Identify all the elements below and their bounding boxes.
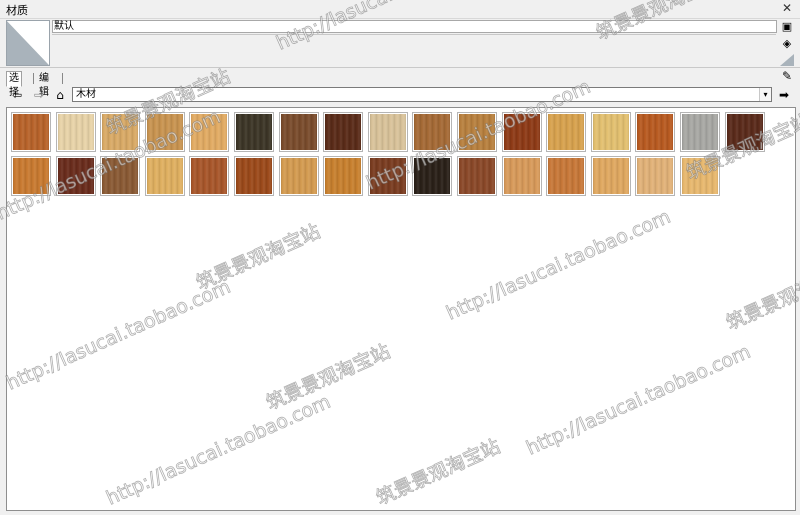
sample-triangle-icon [780,54,794,66]
material-swatch[interactable] [546,112,587,152]
collection-dropdown[interactable]: 木材 ▾ [72,87,772,102]
wood-texture-icon [637,158,674,194]
material-swatch[interactable] [680,112,720,152]
wood-texture-icon [592,158,629,194]
wood-texture-icon [548,158,585,194]
wood-texture-icon [236,114,272,150]
wood-texture-icon [414,114,451,150]
material-swatch[interactable] [55,156,96,196]
material-swatch[interactable] [412,156,453,196]
material-swatch[interactable] [546,156,587,196]
material-swatch[interactable] [635,156,676,196]
material-swatch[interactable] [100,156,141,196]
wood-texture-icon [325,114,362,150]
wood-texture-icon [13,158,49,194]
close-icon[interactable]: ✕ [780,1,794,15]
wood-texture-icon [369,114,406,150]
tab-divider [62,73,63,84]
wood-texture-icon [57,158,94,194]
material-swatch[interactable] [323,112,364,152]
material-description-area [52,34,776,65]
material-swatch[interactable] [11,156,51,196]
material-swatch[interactable] [457,112,497,152]
material-swatch[interactable] [144,112,185,152]
wood-texture-icon [13,114,49,150]
wood-texture-icon [637,114,674,150]
material-swatch[interactable] [278,156,319,196]
home-icon[interactable]: ⌂ [52,88,68,102]
material-swatch[interactable] [680,156,720,196]
wood-texture-icon [146,114,183,150]
window-title: 材质 [6,4,28,17]
wood-texture-icon [459,158,495,194]
material-swatch[interactable] [278,112,319,152]
back-arrow-icon[interactable]: ⇦ [9,88,25,102]
material-swatch[interactable] [11,112,51,152]
collection-selected-label: 木材 [76,89,96,100]
wood-texture-icon [280,158,317,194]
wood-texture-icon [459,114,495,150]
material-swatch[interactable] [367,156,408,196]
chevron-down-icon[interactable]: ▾ [759,88,771,101]
tab-divider [33,73,34,84]
material-swatch[interactable] [412,112,453,152]
material-preview [6,20,50,66]
material-swatch[interactable] [724,112,765,152]
material-name-field[interactable]: 默认 [52,20,777,33]
eyedropper-icon[interactable]: ✎ [780,69,794,83]
details-arrow-icon[interactable]: ➡ [776,88,792,102]
preview-swatch-icon [7,21,49,65]
tab-edit[interactable]: 编辑 [36,71,52,98]
material-swatch[interactable] [590,112,631,152]
material-swatch[interactable] [501,112,542,152]
tab-select[interactable]: 选择 [6,71,22,98]
material-swatch[interactable] [457,156,497,196]
material-browser [6,107,796,511]
wood-texture-icon [592,114,629,150]
wood-texture-icon [503,158,540,194]
material-swatch[interactable] [144,156,185,196]
material-swatch[interactable] [367,112,408,152]
wood-texture-icon [57,114,94,150]
wood-texture-icon [191,114,228,150]
create-material-icon[interactable]: ▣ [780,20,794,34]
material-swatch[interactable] [323,156,364,196]
wood-texture-icon [682,114,718,150]
wood-texture-icon [102,158,139,194]
wood-texture-icon [325,158,362,194]
separator [0,67,800,68]
wood-texture-icon [280,114,317,150]
paint-bucket-icon[interactable]: ◈ [780,37,794,51]
forward-arrow-icon[interactable]: ⇨ [31,88,47,102]
material-swatch[interactable] [189,156,230,196]
title-bar: 材质 ✕ [0,0,800,19]
wood-texture-icon [146,158,183,194]
wood-texture-icon [102,114,139,150]
wood-texture-icon [548,114,585,150]
wood-texture-icon [369,158,406,194]
material-swatch[interactable] [501,156,542,196]
material-swatch[interactable] [234,112,274,152]
material-swatch[interactable] [234,156,274,196]
wood-texture-icon [726,114,763,150]
material-swatch[interactable] [189,112,230,152]
wood-texture-icon [414,158,451,194]
wood-texture-icon [682,158,718,194]
material-swatch[interactable] [590,156,631,196]
wood-texture-icon [236,158,272,194]
material-swatch[interactable] [55,112,96,152]
material-swatch[interactable] [100,112,141,152]
wood-texture-icon [191,158,228,194]
wood-texture-icon [503,114,540,150]
material-swatch[interactable] [635,112,676,152]
